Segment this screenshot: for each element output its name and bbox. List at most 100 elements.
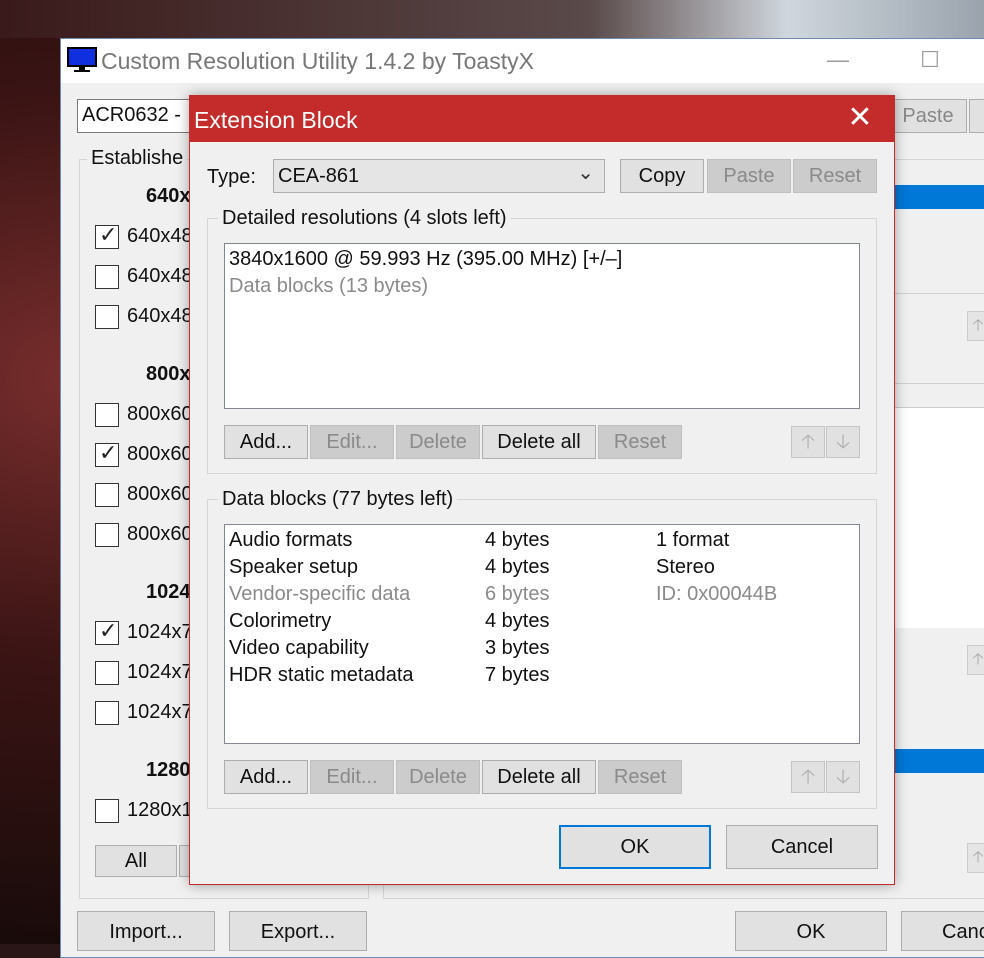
resolution-checkbox-label: 1024x7 [127,661,193,683]
table-row[interactable]: Vendor-specific data 6 bytes ID: 0x00044B [229,583,849,609]
divider [893,383,984,384]
resolution-checkbox[interactable] [95,483,119,507]
section-header: 1024 [146,581,191,603]
extension-block-dialog: Extension Block ✕ Type: CEA-861 ⌄ Copy P… [189,95,895,885]
section-header: 640x [146,185,191,207]
data-block-name: Vendor-specific data [229,583,411,605]
selected-row-highlight-2 [893,749,984,773]
section-header: 1280 [146,759,191,781]
copy-button[interactable]: Copy [620,159,704,193]
data-block-info: 1 format [656,529,730,551]
resolution-checkbox[interactable] [95,701,119,725]
resolution-checkbox-label: 800x60 [127,483,193,505]
established-group-title: Establishe [87,147,188,170]
resolution-checkbox[interactable] [95,799,119,823]
cancel-button[interactable]: Cancel [726,825,878,869]
monitor-app-icon [67,47,97,72]
ok-button[interactable]: OK [559,825,711,869]
resolution-checkbox-label: 1280x1 [127,799,193,821]
data-delete-all-button[interactable]: Delete all [482,760,596,794]
check-icon: ✓ [99,440,118,465]
resolution-checkbox-label: 800x60 [127,523,193,545]
resolution-checkbox[interactable] [95,523,119,547]
detailed-delete-all-button[interactable]: Delete all [482,425,596,459]
data-block-size: 4 bytes [485,529,550,551]
data-block-size: 3 bytes [485,637,550,659]
resolution-checkbox[interactable] [95,265,119,289]
monitor-select[interactable]: ACR0632 - [77,99,195,133]
table-row[interactable]: Colorimetry 4 bytes [229,610,849,636]
scroll-up-button-1[interactable]: 🡡 [967,311,984,341]
detailed-edit-button[interactable]: Edit... [310,425,394,459]
data-block-name: HDR static metadata [229,664,414,686]
data-move-up-icon[interactable]: 🡡 [791,761,825,793]
resolution-checkbox-label: 640x48 [127,225,193,247]
detailed-reset-button[interactable]: Reset [598,425,682,459]
list-item[interactable]: Data blocks (13 bytes) [229,275,428,298]
data-delete-button[interactable]: Delete [396,760,480,794]
reset-button[interactable]: Reset [793,159,877,193]
table-row[interactable]: Audio formats 4 bytes 1 format [229,529,849,555]
detailed-add-button[interactable]: Add... [224,425,308,459]
data-block-size: 6 bytes [485,583,550,605]
dialog-title: Extension Block [194,107,358,133]
table-row[interactable]: Speaker setup 4 bytes Stereo [229,556,849,582]
section-header: 800x [146,363,191,385]
data-move-down-icon[interactable]: 🡣 [826,761,860,793]
detailed-move-up-icon[interactable]: 🡡 [791,426,825,458]
data-block-size: 7 bytes [485,664,550,686]
table-row[interactable]: HDR static metadata 7 bytes [229,664,849,690]
detailed-resolutions-title: Detailed resolutions (4 slots left) [218,207,511,230]
resolution-checkbox-label: 800x60 [127,403,193,425]
detailed-delete-button[interactable]: Delete [396,425,480,459]
table-row[interactable]: Video capability 3 bytes [229,637,849,663]
list-item[interactable]: 3840x1600 @ 59.993 Hz (395.00 MHz) [+/–] [229,248,622,271]
resolution-checkbox-label: 640x48 [127,305,193,327]
resolution-checkbox[interactable] [95,403,119,427]
type-select-value: CEA-861 [278,165,360,187]
resolution-checkbox[interactable] [95,661,119,685]
list-area-behind [893,407,984,628]
minimize-button[interactable]: — [815,45,861,77]
data-block-info: Stereo [656,556,715,578]
scroll-up-button-2[interactable]: 🡡 [967,645,984,675]
detailed-move-down-icon[interactable]: 🡣 [826,426,860,458]
desktop-wallpaper-strip [0,0,984,38]
data-reset-button[interactable]: Reset [598,760,682,794]
data-blocks-title: Data blocks (77 bytes left) [218,488,458,511]
paste-button[interactable]: Paste [707,159,791,193]
all-button[interactable]: All [95,845,177,877]
resolution-checkbox-label: 640x48 [127,265,193,287]
check-icon: ✓ [99,618,118,643]
check-icon: ✓ [99,222,118,247]
detailed-resolutions-list[interactable]: 3840x1600 @ 59.993 Hz (395.00 MHz) [+/–]… [224,243,860,409]
resolution-checkbox[interactable]: ✓ [95,222,119,249]
main-paste-button[interactable]: Paste [889,99,967,133]
dialog-title-bar[interactable]: Extension Block ✕ [190,96,894,142]
type-label: Type: [207,166,256,188]
export-button[interactable]: Export... [229,911,367,951]
main-title-bar[interactable]: Custom Resolution Utility 1.4.2 by Toast… [61,39,984,83]
data-block-name: Audio formats [229,529,353,551]
main-cancel-button[interactable]: Canc [901,911,984,951]
data-block-name: Colorimetry [229,610,332,632]
resolution-checkbox[interactable]: ✓ [95,440,119,467]
resolution-checkbox[interactable]: ✓ [95,618,119,645]
close-icon[interactable]: ✕ [840,102,880,136]
selected-row-highlight [893,185,984,209]
data-block-name: Speaker setup [229,556,358,578]
data-add-button[interactable]: Add... [224,760,308,794]
type-select[interactable]: CEA-861 ⌄ [273,159,605,193]
data-blocks-list[interactable]: Audio formats 4 bytes 1 format Speaker setu… [224,524,860,744]
import-button[interactable]: Import... [77,911,215,951]
divider [893,293,984,294]
data-block-name: Video capability [229,637,369,659]
data-edit-button[interactable]: Edit... [310,760,394,794]
resolution-checkbox-label: 1024x7 [127,701,193,723]
resolution-checkbox[interactable] [95,305,119,329]
main-window-title: Custom Resolution Utility 1.4.2 by Toast… [101,48,534,74]
scroll-up-button-3[interactable]: 🡡 [967,843,984,873]
main-ok-button[interactable]: OK [735,911,887,951]
main-extra-button[interactable] [969,99,984,133]
maximize-button[interactable]: ☐ [907,45,953,77]
